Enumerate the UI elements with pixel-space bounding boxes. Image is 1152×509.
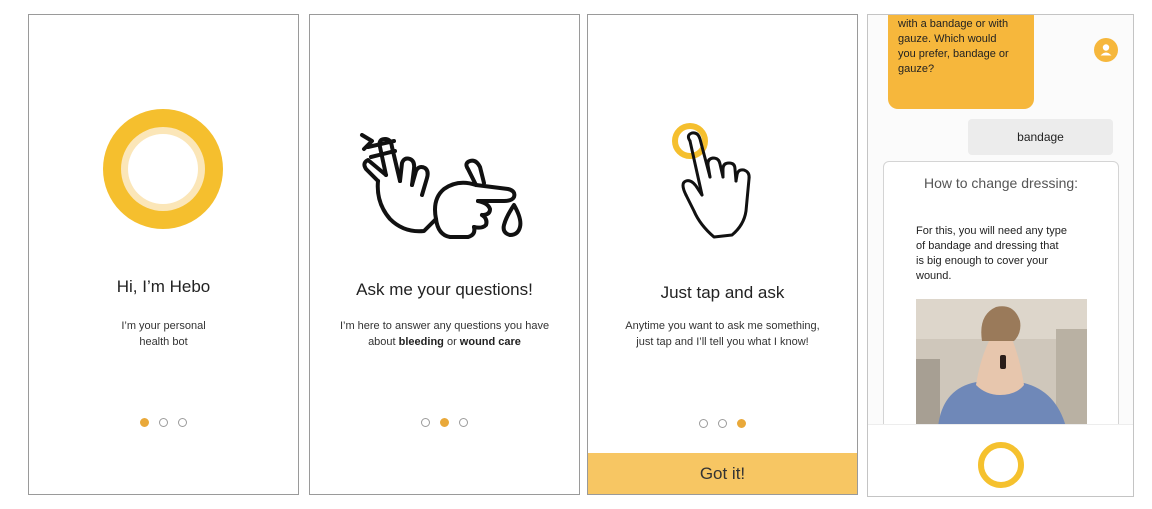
photo-of-neck-wound [916, 299, 1087, 427]
got-it-button[interactable]: Got it! [588, 453, 857, 494]
onboarding-screen-1: Hi, I’m Hebo I’m your personal health bo… [28, 14, 299, 495]
page-dot-3[interactable] [737, 419, 746, 428]
card-title: How to change dressing: [923, 175, 1079, 191]
tap-hand-icon [672, 123, 751, 239]
screen-title: Ask me your questions! [356, 280, 533, 299]
card-body: For this, you will need any type of band… [916, 224, 1101, 284]
subtitle-bold: bleeding [398, 336, 444, 348]
subtitle-line: I’m here to answer any questions you hav… [339, 320, 550, 332]
onboarding-screen-2: Ask me your questions! I’m here to answe… [309, 14, 580, 495]
page-dot-2[interactable] [718, 419, 727, 428]
screen-title: Hi, I’m Hebo [116, 277, 211, 296]
chat-screen: with a bandage or with gauze. Which woul… [867, 14, 1134, 497]
bottom-bar [868, 424, 1133, 496]
page-dot-1[interactable] [140, 418, 149, 427]
hebo-mic-button-icon[interactable] [978, 442, 1024, 488]
dressing-info-card[interactable]: How to change dressing: For this, you wi… [883, 161, 1119, 461]
bandaged-hands-icon [360, 133, 523, 239]
subtitle-line: just tap and I’ll tell you what I know! [636, 336, 809, 348]
card-body-line: is big enough to cover your [916, 255, 1049, 267]
page-dot-2[interactable] [440, 418, 449, 427]
page-dot-2[interactable] [159, 418, 168, 427]
page-indicator [310, 418, 579, 427]
bot-message-line: with a bandage or with [898, 18, 1009, 30]
card-body-line: wound. [916, 270, 952, 282]
subtitle-line: Anytime you want to ask me something, [625, 320, 820, 332]
card-body-line: of bandage and dressing that [916, 240, 1059, 252]
page-dot-3[interactable] [459, 418, 468, 427]
screen-subtitle: I’m your personal health bot [29, 318, 298, 350]
bot-message-line: gauze? [898, 63, 935, 75]
user-avatar-icon[interactable] [1094, 38, 1118, 62]
user-message-bubble: bandage [968, 119, 1113, 155]
onboarding-screen-3: Just tap and ask Anytime you want to ask… [587, 14, 858, 495]
hebo-ring-icon [103, 109, 223, 229]
subtitle-bold: wound care [459, 336, 521, 348]
page-dot-3[interactable] [178, 418, 187, 427]
subtitle-text: or [446, 336, 457, 348]
card-body-line: For this, you will need any type [916, 225, 1068, 237]
subtitle-line: I’m your personal [121, 320, 206, 332]
page-indicator [588, 419, 857, 428]
subtitle-text: about [368, 336, 396, 348]
bot-message-bubble: with a bandage or with gauze. Which woul… [888, 15, 1034, 109]
screen-subtitle: Anytime you want to ask me something, ju… [588, 318, 857, 350]
page-dot-1[interactable] [421, 418, 430, 427]
bot-message-line: you prefer, bandage or [898, 48, 1009, 60]
screen-subtitle: I’m here to answer any questions you hav… [310, 318, 579, 350]
bot-message-line: gauze. Which would [898, 33, 997, 45]
page-dot-1[interactable] [699, 419, 708, 428]
subtitle-line: about bleeding or wound care [310, 334, 579, 350]
page-indicator [29, 418, 298, 427]
screen-title: Just tap and ask [660, 283, 785, 302]
subtitle-line: health bot [139, 336, 188, 348]
